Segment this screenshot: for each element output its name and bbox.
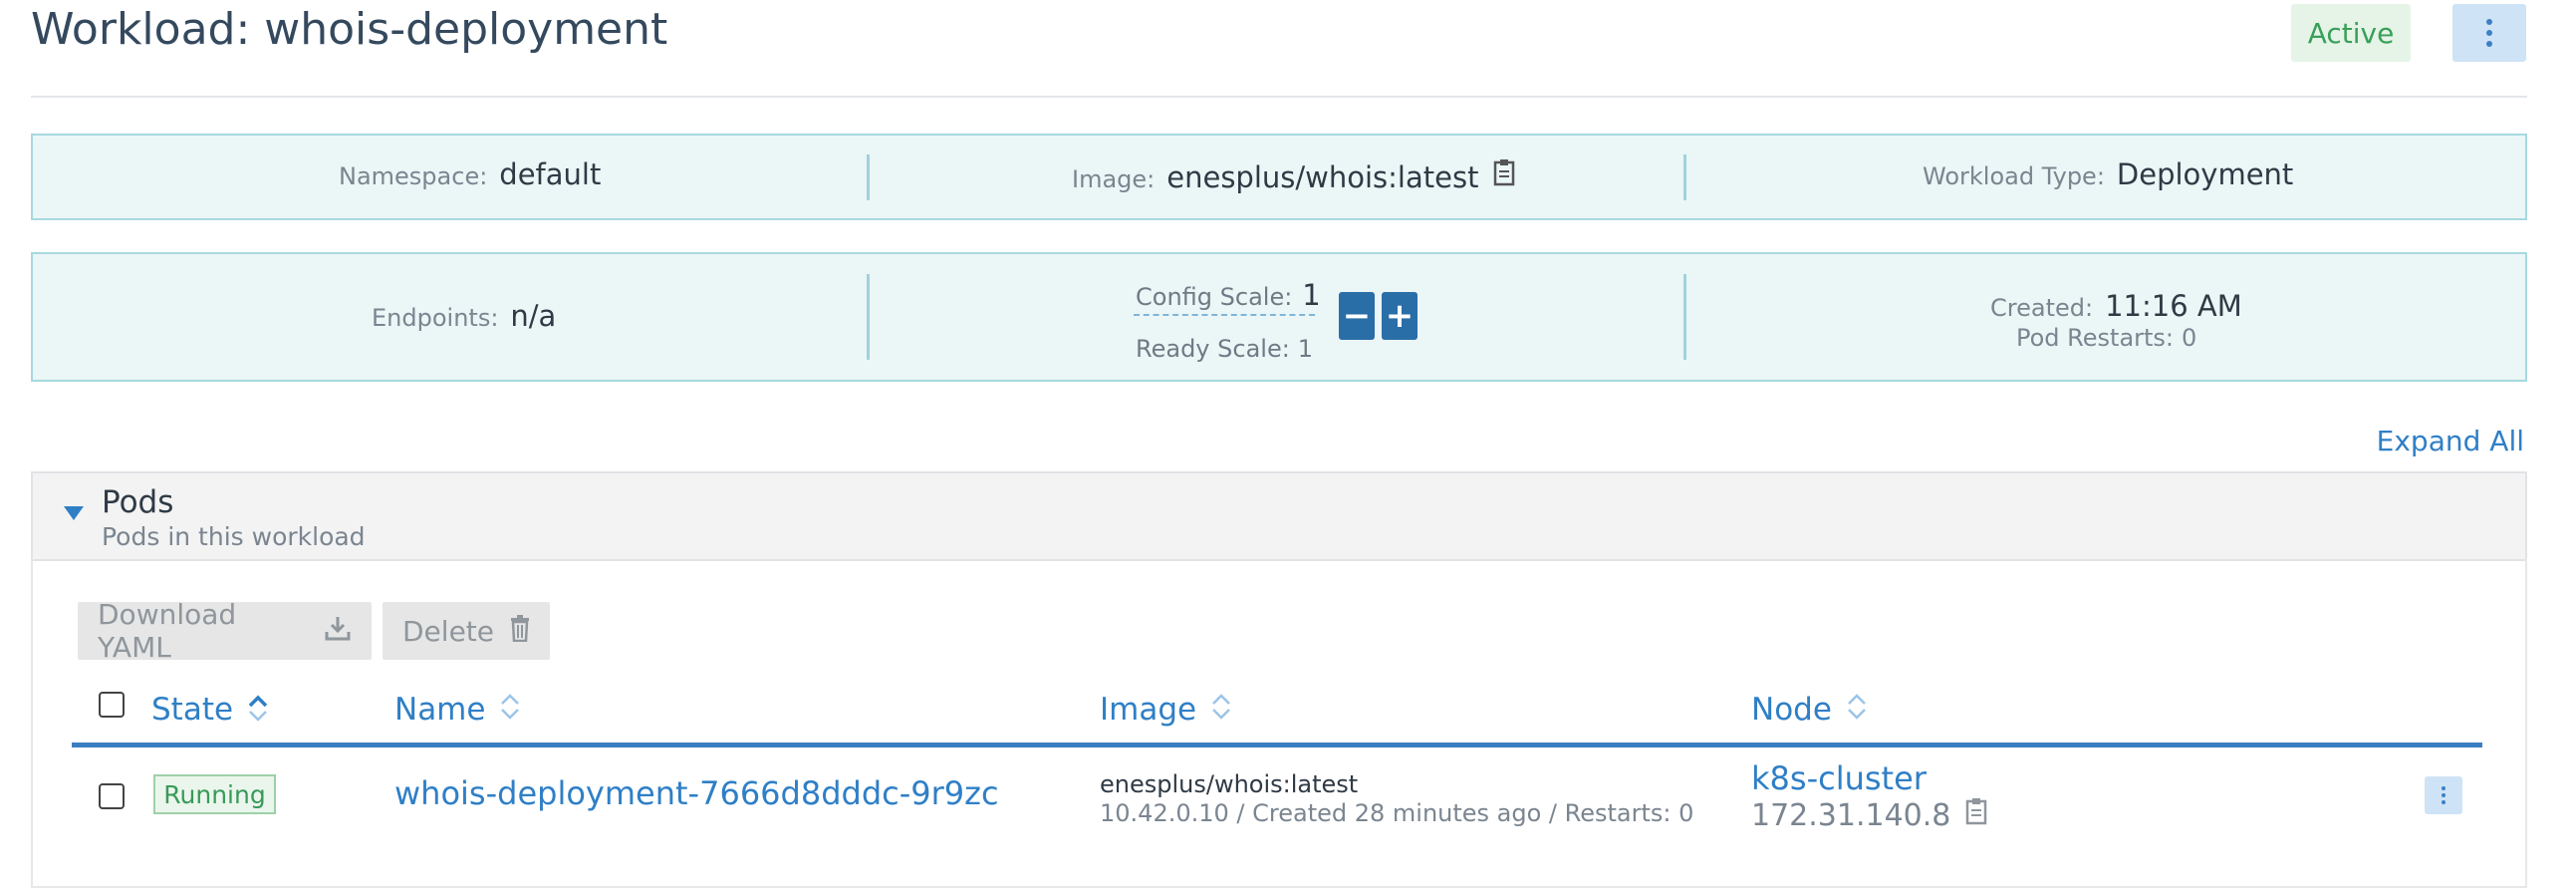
- pod-name-link[interactable]: whois-deployment-7666d8dddc-9r9zc: [394, 774, 999, 812]
- pod-restarts-value: 0: [2182, 324, 2197, 352]
- created-label: Created:: [1990, 294, 2094, 322]
- ready-scale-label: Ready Scale:: [1136, 335, 1290, 363]
- pods-title: Pods: [102, 484, 174, 520]
- endpoints-value: n/a: [510, 299, 557, 333]
- namespace-label: Namespace:: [339, 162, 488, 190]
- image-label: Image:: [1072, 165, 1156, 193]
- column-node-label: Node: [1751, 692, 1832, 728]
- copy-icon[interactable]: [1964, 796, 1990, 834]
- column-name-label: Name: [394, 692, 486, 728]
- column-header-image[interactable]: Image: [1100, 690, 1232, 730]
- created-value: 11:16 AM: [2105, 289, 2242, 323]
- delete-label: Delete: [402, 614, 494, 648]
- sort-icon: [1210, 690, 1232, 730]
- trash-icon: [508, 614, 532, 649]
- status-badge: Active: [2291, 4, 2411, 62]
- endpoints-label: Endpoints:: [372, 304, 499, 332]
- row-checkbox[interactable]: [99, 783, 125, 809]
- ready-scale-value: 1: [1297, 335, 1314, 363]
- download-yaml-label: Download YAML: [98, 598, 237, 664]
- workload-type-field: Workload Type: Deployment: [1923, 157, 2293, 191]
- pod-restarts-label: Pod Restarts:: [2016, 324, 2175, 352]
- node-ip: 172.31.140.8: [1751, 797, 1951, 833]
- scale-down-button[interactable]: −: [1339, 292, 1375, 340]
- kebab-menu-icon: [2486, 19, 2492, 47]
- scale-up-button[interactable]: +: [1382, 292, 1417, 340]
- delete-button[interactable]: Delete: [383, 602, 550, 660]
- kebab-menu-icon: [2442, 786, 2446, 804]
- image-value: enesplus/whois:latest: [1166, 160, 1479, 194]
- sort-icon: [1846, 690, 1868, 730]
- copy-icon[interactable]: [1492, 157, 1518, 191]
- config-scale-underline: [1134, 314, 1315, 316]
- pod-restarts-field: Pod Restarts: 0: [2016, 324, 2208, 352]
- pods-section-header[interactable]: [31, 471, 2527, 561]
- expand-all-link[interactable]: Expand All: [2377, 425, 2524, 457]
- pod-image: enesplus/whois:latest: [1100, 770, 1359, 798]
- row-actions-button[interactable]: [2425, 776, 2462, 814]
- config-scale-label: Config Scale:: [1136, 283, 1293, 311]
- created-field: Created: 11:16 AM: [1990, 289, 2242, 323]
- namespace-value: default: [499, 157, 602, 191]
- sort-asc-icon: [247, 690, 269, 730]
- column-header-name[interactable]: Name: [394, 690, 521, 730]
- pods-subtitle: Pods in this workload: [102, 522, 366, 551]
- workload-type-value: Deployment: [2116, 157, 2294, 191]
- endpoints-field: Endpoints: n/a: [372, 299, 556, 333]
- header-divider: [31, 96, 2527, 98]
- column-header-state[interactable]: State: [151, 690, 269, 730]
- column-header-node[interactable]: Node: [1751, 690, 1868, 730]
- page-title: Workload: whois-deployment: [31, 4, 668, 55]
- config-scale-value: 1: [1302, 278, 1321, 312]
- info-divider: [1683, 274, 1686, 360]
- ready-scale-field: Ready Scale: 1: [1136, 335, 1313, 363]
- table-header-underline: [72, 743, 2482, 747]
- column-image-label: Image: [1100, 692, 1197, 728]
- pod-meta: 10.42.0.10 / Created 28 minutes ago / Re…: [1100, 799, 1694, 827]
- namespace-field: Namespace: default: [339, 157, 601, 191]
- info-divider: [867, 154, 870, 200]
- sort-icon: [499, 690, 521, 730]
- download-icon: [324, 614, 352, 649]
- pod-status-badge: Running: [153, 774, 276, 814]
- download-yaml-button[interactable]: Download YAML: [78, 598, 372, 664]
- image-field: Image: enesplus/whois:latest: [1072, 157, 1518, 194]
- info-divider: [867, 274, 870, 360]
- select-all-checkbox[interactable]: [99, 692, 125, 718]
- info-divider: [1683, 154, 1686, 200]
- caret-down-icon[interactable]: [64, 506, 84, 520]
- column-state-label: State: [151, 692, 234, 728]
- node-link[interactable]: k8s-cluster: [1751, 759, 1927, 797]
- node-ip-field: 172.31.140.8: [1751, 796, 1990, 834]
- workload-type-label: Workload Type:: [1923, 162, 2105, 190]
- config-scale-field[interactable]: Config Scale: 1: [1136, 278, 1321, 312]
- workload-actions-button[interactable]: [2452, 4, 2526, 62]
